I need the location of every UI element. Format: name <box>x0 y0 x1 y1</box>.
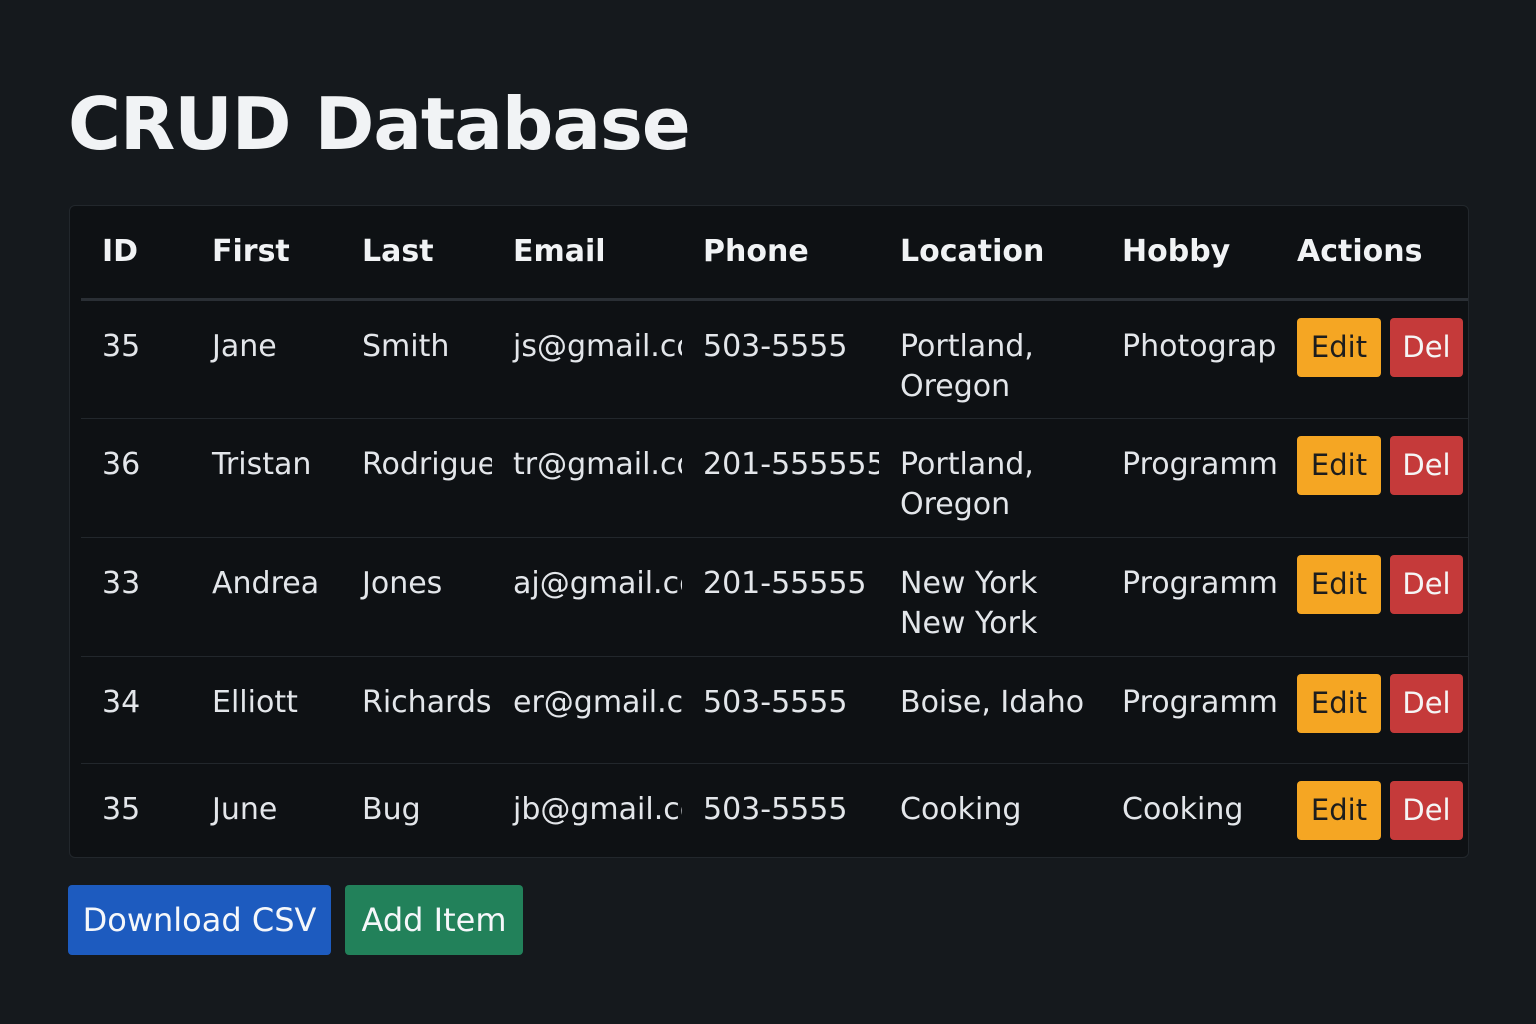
location-line-1: Boise, Idaho <box>900 684 1085 720</box>
table-row: 35 Jane Smith js@gmail.co 503-5555 Portl… <box>81 299 1468 418</box>
cell-first: Tristan <box>212 446 312 482</box>
location-line-2: Oregon <box>900 486 1011 522</box>
page-title: CRUD Database <box>68 82 691 166</box>
cell-first: Jane <box>212 328 277 364</box>
cell-actions: Edit Del <box>1276 763 1468 851</box>
cell-location: Portland, Oregon <box>879 418 1101 537</box>
table-header-row: ID First Last Email Phone Location Hobby… <box>81 206 1468 299</box>
cell-id: 33 <box>102 565 141 601</box>
column-header-phone: Phone <box>703 234 809 270</box>
cell-location: New York New York <box>879 537 1101 656</box>
add-item-button[interactable]: Add Item <box>345 885 523 955</box>
table-row: 36 Tristan Rodriguez tr@gmail.co 201-555… <box>81 418 1468 537</box>
edit-button[interactable]: Edit <box>1297 435 1381 495</box>
cell-location: Cooking <box>879 763 1101 851</box>
delete-button[interactable]: Del <box>1390 317 1463 377</box>
cell-id: 34 <box>102 684 141 720</box>
cell-actions: Edit Del <box>1276 418 1468 537</box>
location-line-1: Portland, <box>900 446 1034 482</box>
delete-button[interactable]: Del <box>1390 554 1463 614</box>
table-row: 34 Elliott Richardso er@gmail.co 503-555… <box>81 656 1468 763</box>
cell-email: tr@gmail.co <box>513 446 682 482</box>
cell-first: Andrea <box>212 565 320 601</box>
edit-button[interactable]: Edit <box>1297 554 1381 614</box>
cell-last: Bug <box>362 791 421 827</box>
cell-phone: 201-55555 <box>703 565 867 601</box>
cell-hobby: Cooking <box>1122 791 1244 827</box>
cell-last: Rodriguez <box>362 446 492 482</box>
delete-button[interactable]: Del <box>1390 435 1463 495</box>
cell-last: Smith <box>362 328 450 364</box>
column-header-id: ID <box>102 234 139 270</box>
cell-phone: 201-555555 <box>703 446 879 482</box>
cell-first: Elliott <box>212 684 298 720</box>
footer-actions: Download CSV Add Item <box>68 885 523 955</box>
edit-button[interactable]: Edit <box>1297 317 1381 377</box>
page: CRUD Database ID First Last Email Phone … <box>0 0 1536 1024</box>
data-table: ID First Last Email Phone Location Hobby… <box>81 206 1468 851</box>
cell-email: er@gmail.co <box>513 684 682 720</box>
cell-email: js@gmail.co <box>513 328 682 364</box>
cell-actions: Edit Del <box>1276 656 1468 763</box>
cell-id: 36 <box>102 446 141 482</box>
column-header-email: Email <box>513 234 606 270</box>
cell-phone: 503-5555 <box>703 684 848 720</box>
cell-actions: Edit Del <box>1276 299 1468 418</box>
download-csv-button[interactable]: Download CSV <box>68 885 331 955</box>
cell-hobby: Photograp <box>1122 328 1276 364</box>
location-line-1: Cooking <box>900 791 1022 827</box>
column-header-actions: Actions <box>1297 234 1423 270</box>
column-header-location: Location <box>900 234 1045 270</box>
cell-actions: Edit Del <box>1276 537 1468 656</box>
table-header: ID First Last Email Phone Location Hobby… <box>81 206 1468 299</box>
cell-location: Portland, Oregon <box>879 299 1101 418</box>
edit-button[interactable]: Edit <box>1297 780 1381 840</box>
location-line-2: Oregon <box>900 368 1011 404</box>
data-table-card: ID First Last Email Phone Location Hobby… <box>69 205 1469 858</box>
cell-location: Boise, Idaho <box>879 656 1101 763</box>
cell-phone: 503-5555 <box>703 328 848 364</box>
column-header-hobby: Hobby <box>1122 234 1231 270</box>
column-header-last: Last <box>362 234 434 270</box>
cell-email: aj@gmail.co <box>513 565 682 601</box>
cell-last: Richardso <box>362 684 492 720</box>
cell-first: June <box>212 791 278 827</box>
cell-hobby: Programm <box>1122 446 1276 482</box>
column-header-first: First <box>212 234 290 270</box>
cell-hobby: Programm <box>1122 684 1276 720</box>
location-line-1: Portland, <box>900 328 1034 364</box>
cell-id: 35 <box>102 328 141 364</box>
cell-hobby: Programm <box>1122 565 1276 601</box>
location-line-2: New York <box>900 605 1038 641</box>
table-row: 35 June Bug jb@gmail.co 503-5555 Cooking… <box>81 763 1468 851</box>
table-body: 35 Jane Smith js@gmail.co 503-5555 Portl… <box>81 299 1468 851</box>
delete-button[interactable]: Del <box>1390 780 1463 840</box>
edit-button[interactable]: Edit <box>1297 673 1381 733</box>
cell-phone: 503-5555 <box>703 791 848 827</box>
delete-button[interactable]: Del <box>1390 673 1463 733</box>
cell-id: 35 <box>102 791 141 827</box>
cell-last: Jones <box>362 565 443 601</box>
table-row: 33 Andrea Jones aj@gmail.co 201-55555 Ne… <box>81 537 1468 656</box>
location-line-1: New York <box>900 565 1038 601</box>
cell-email: jb@gmail.co <box>513 791 682 827</box>
